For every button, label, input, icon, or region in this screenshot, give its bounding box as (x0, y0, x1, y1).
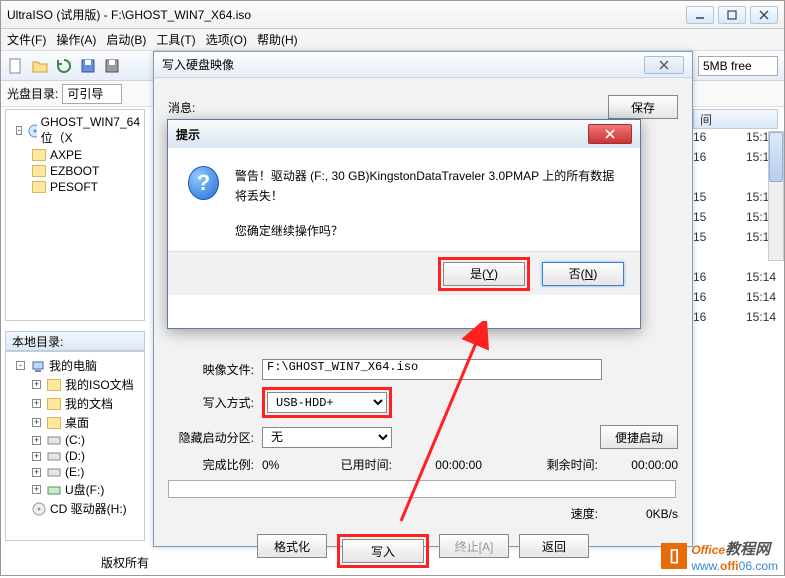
speed-value: 0KB/s (598, 507, 678, 521)
no-button[interactable]: 否(N) (542, 262, 624, 286)
format-button[interactable]: 格式化 (257, 534, 327, 558)
hide-boot-select[interactable]: 无 (262, 427, 392, 448)
tree-item-ezboot[interactable]: EZBOOT (26, 163, 140, 179)
folder-icon (32, 165, 46, 177)
main-titlebar: UltraISO (试用版) - F:\GHOST_WIN7_X64.iso (1, 1, 784, 29)
remain-value: 00:00:00 (598, 458, 678, 472)
folder-icon (32, 181, 46, 193)
drive-icon (47, 466, 61, 478)
folder-icon (47, 379, 61, 391)
menu-boot[interactable]: 启动(B) (106, 31, 146, 48)
watermark-icon: ▯ (661, 543, 687, 569)
image-file-label: 映像文件: (168, 361, 254, 378)
new-icon[interactable] (7, 57, 25, 75)
done-ratio-value: 0% (262, 458, 322, 472)
elapsed-value: 00:00:00 (392, 458, 482, 472)
menu-options[interactable]: 选项(O) (206, 31, 247, 48)
folder-icon (47, 417, 61, 429)
cd-icon (32, 502, 46, 516)
dialog-close-button[interactable] (644, 56, 684, 74)
reload-icon[interactable] (55, 57, 73, 75)
computer-icon (31, 359, 45, 373)
tree-drive-e[interactable]: +(E:) (26, 464, 140, 480)
speed-label: 速度: (571, 505, 598, 522)
close-button[interactable] (750, 6, 778, 24)
tree-root-label: GHOST_WIN7_64位（X (41, 115, 140, 146)
tree-iso-docs[interactable]: +我的ISO文档 (26, 375, 140, 394)
tree-mypc[interactable]: -我的电脑 (10, 356, 140, 375)
write-mode-select[interactable]: USB-HDD+ (267, 392, 387, 413)
disc-tree: - GHOST_WIN7_64位（X AXPE EZBOOT PESOFT (5, 109, 145, 321)
question-icon: ? (188, 166, 219, 200)
watermark: ▯ Office教程网 www.offi06.com (661, 538, 778, 573)
scrollbar-thumb[interactable] (769, 132, 783, 182)
confirm-dialog: 提示 ? 警告！驱动器 (F:, 30 GB)KingstonDataTrave… (167, 119, 641, 329)
scrollbar[interactable] (768, 131, 784, 261)
confirm-message: 警告！驱动器 (F:, 30 GB)KingstonDataTraveler 3… (235, 166, 620, 241)
minimize-button[interactable] (686, 6, 714, 24)
remain-label: 剩余时间: (547, 456, 598, 473)
disc-icon (28, 124, 36, 138)
folder-icon (32, 149, 46, 161)
tree-root[interactable]: - GHOST_WIN7_64位（X (10, 114, 140, 147)
right-list-peek: 间 1615:14 1615:14 1515:14 1515:14 1515:1… (693, 109, 778, 330)
save-button[interactable]: 保存 (608, 95, 678, 119)
tree-cd-h[interactable]: CD 驱动器(H:) (26, 499, 140, 518)
confirm-title: 提示 (176, 126, 588, 143)
write-button[interactable]: 写入 (342, 539, 424, 563)
window-title: UltraISO (试用版) - F:\GHOST_WIN7_X64.iso (7, 6, 682, 23)
menubar: 文件(F) 操作(A) 启动(B) 工具(T) 选项(O) 帮助(H) (1, 29, 784, 51)
return-button[interactable]: 返回 (519, 534, 589, 558)
menu-help[interactable]: 帮助(H) (257, 31, 298, 48)
collapse-icon[interactable]: - (16, 361, 25, 370)
confirm-titlebar: 提示 (168, 120, 640, 148)
tree-desktop[interactable]: +桌面 (26, 413, 140, 432)
drive-icon (47, 434, 61, 446)
tree-drive-d[interactable]: +(D:) (26, 448, 140, 464)
local-dir-header: 本地目录: (5, 331, 145, 351)
disc-dir-label: 光盘目录: (7, 85, 58, 102)
tree-item-axpe[interactable]: AXPE (26, 147, 140, 163)
message-label: 消息: (168, 99, 195, 116)
copyright-label: 版权所有 (101, 554, 149, 571)
save-icon[interactable] (79, 57, 97, 75)
disc-dir-value[interactable]: 可引导 (62, 84, 122, 104)
open-icon[interactable] (31, 57, 49, 75)
maximize-button[interactable] (718, 6, 746, 24)
progress-bar (168, 480, 676, 498)
dialog-title: 写入硬盘映像 (162, 56, 644, 73)
confirm-close-button[interactable] (588, 124, 632, 144)
yes-button[interactable]: 是(Y) (443, 262, 525, 286)
write-mode-label: 写入方式: (168, 394, 254, 411)
saveas-icon[interactable] (103, 57, 121, 75)
hide-boot-label: 隐藏启动分区: (168, 429, 254, 446)
usb-icon (47, 484, 61, 496)
tree-drive-c[interactable]: +(C:) (26, 432, 140, 448)
menu-file[interactable]: 文件(F) (7, 31, 46, 48)
abort-button: 终止[A] (439, 534, 509, 558)
tree-item-pesoft[interactable]: PESOFT (26, 179, 140, 195)
tree-usb-f[interactable]: +U盘(F:) (26, 480, 140, 499)
dialog-titlebar: 写入硬盘映像 (154, 52, 692, 78)
quick-boot-button[interactable]: 便捷启动 (600, 425, 678, 449)
menu-tools[interactable]: 工具(T) (156, 31, 195, 48)
tree-my-docs[interactable]: +我的文档 (26, 394, 140, 413)
col-header-time[interactable]: 间 (693, 109, 778, 129)
done-ratio-label: 完成比例: (168, 456, 254, 473)
drive-icon (47, 450, 61, 462)
local-tree: -我的电脑 +我的ISO文档 +我的文档 +桌面 +(C:) +(D:) +(E… (5, 351, 145, 541)
folder-icon (47, 398, 61, 410)
free-space-field: 5MB free (698, 56, 778, 76)
elapsed-label: 已用时间: (322, 456, 392, 473)
collapse-icon[interactable]: - (16, 126, 22, 135)
image-file-value: F:\GHOST_WIN7_X64.iso (262, 359, 602, 380)
menu-action[interactable]: 操作(A) (56, 31, 96, 48)
